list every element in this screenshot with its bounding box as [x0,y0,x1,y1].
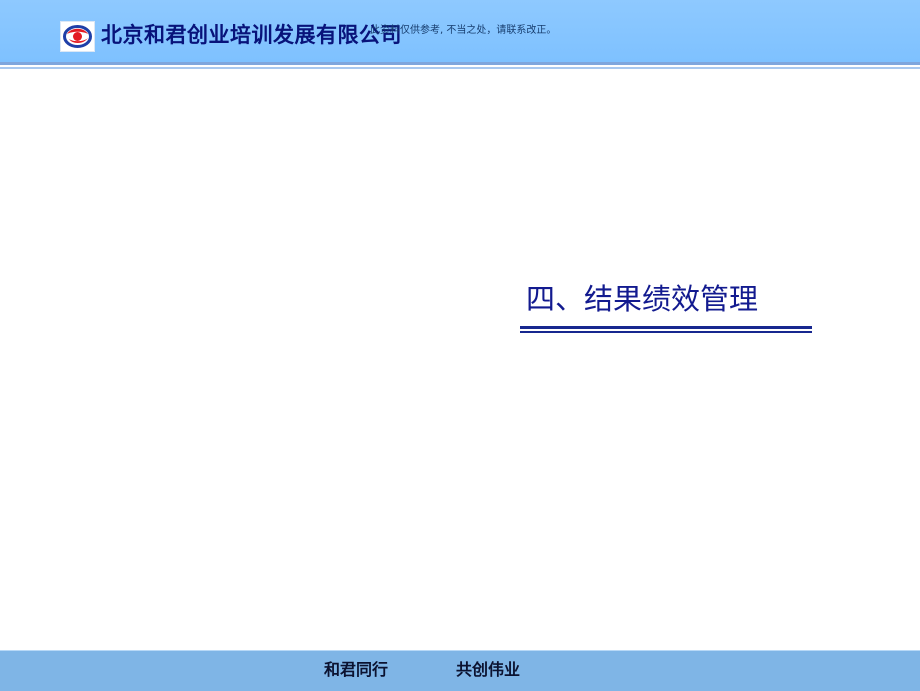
header-divider-thin [0,67,920,69]
footer-slogan-left: 和君同行 [324,660,389,679]
title-underline [520,326,812,333]
title-underline-thick [520,326,812,329]
company-logo-icon [60,21,95,52]
header-divider-thick [0,62,920,65]
title-underline-thin [520,331,812,333]
company-name: 北京和君创业培训发展有限公司 [101,23,402,47]
footer-slogan-right: 共创伟业 [456,660,521,679]
section-title: 四、结果绩效管理 [526,282,759,316]
disclaimer-text: 此资料仅供参考, 不当之处，请联系改正。 [370,25,557,36]
company-logo-graphic [63,25,92,48]
